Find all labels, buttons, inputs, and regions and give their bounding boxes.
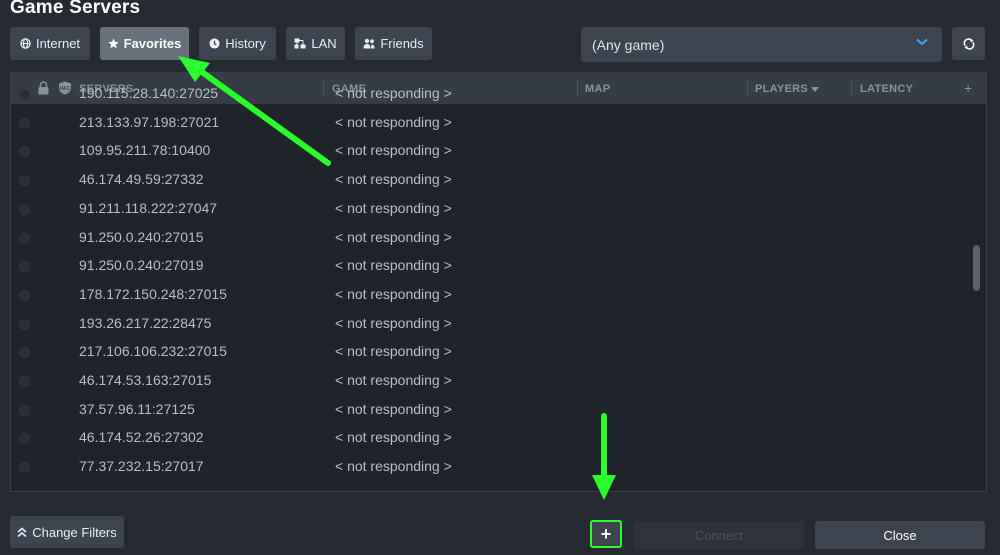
server-address: 109.95.211.78:10400: [79, 142, 211, 159]
tab-internet-label: Internet: [35, 36, 81, 51]
table-row[interactable]: 213.133.97.198:27021 < not responding >: [11, 110, 986, 139]
table-row[interactable]: 91.250.0.240:27019 < not responding >: [11, 253, 986, 282]
status-dot-icon: [19, 289, 30, 301]
globe-icon: [20, 38, 31, 49]
server-game: < not responding >: [335, 199, 452, 216]
server-game: < not responding >: [335, 228, 452, 245]
server-address: 190.115.28.140:27025: [79, 85, 219, 101]
table-row[interactable]: 77.37.232.15:27017 < not responding >: [11, 454, 986, 483]
tab-friends[interactable]: Friends: [355, 27, 432, 60]
status-dot-icon: [19, 89, 30, 100]
game-filter-dropdown[interactable]: (Any game): [581, 27, 942, 62]
table-row[interactable]: 37.57.96.11:27125 < not responding >: [11, 397, 986, 426]
server-address: 178.172.150.248:27015: [79, 285, 227, 302]
chevron-up-icon: [17, 526, 27, 537]
tab-history[interactable]: History: [199, 27, 276, 60]
table-row[interactable]: 91.211.118.222:27047 < not responding >: [11, 196, 986, 225]
table-row[interactable]: 178.172.150.248:27015 < not responding >: [11, 282, 986, 311]
status-dot-icon: [19, 146, 30, 158]
table-row[interactable]: 46.174.53.163:27015 < not responding >: [11, 368, 986, 397]
status-dot-icon: [19, 261, 30, 273]
server-game: < not responding >: [335, 400, 452, 417]
game-filter-value: (Any game): [592, 36, 665, 53]
server-game: < not responding >: [335, 372, 452, 388]
server-game: < not responding >: [335, 429, 452, 446]
server-list[interactable]: VAC SERVERS GAME MAP PLAYERS LATENCY + 1…: [10, 72, 987, 492]
server-game: < not responding >: [335, 85, 452, 101]
server-address: 193.26.217.22:28475: [79, 314, 212, 331]
status-dot-icon: [19, 318, 30, 330]
table-row[interactable]: 109.95.211.78:10400 < not responding >: [11, 138, 986, 167]
status-dot-icon: [19, 175, 30, 187]
status-dot-icon: [19, 462, 30, 474]
tab-lan-label: LAN: [311, 36, 337, 51]
connect-button[interactable]: Connect: [634, 521, 804, 549]
server-game: < not responding >: [335, 113, 452, 130]
clock-icon: [209, 38, 220, 49]
server-address: 91.211.118.222:27047: [79, 199, 218, 216]
status-dot-icon: [19, 232, 30, 244]
close-button[interactable]: Close: [815, 521, 985, 549]
server-address: 217.106.106.232:27015: [79, 343, 227, 360]
tab-friends-label: Friends: [380, 36, 424, 51]
table-row[interactable]: 190.115.28.140:27025 < not responding >: [11, 81, 986, 110]
server-address: 46.174.53.163:27015: [79, 372, 212, 388]
star-icon: [107, 38, 119, 49]
server-address: 91.250.0.240:27019: [79, 257, 204, 274]
tab-lan[interactable]: LAN: [286, 27, 345, 60]
tab-favorites-label: Favorites: [123, 36, 182, 51]
server-address: 37.57.96.11:27125: [79, 400, 195, 417]
add-server-button[interactable]: +: [590, 520, 622, 548]
server-game: < not responding >: [335, 343, 452, 360]
server-game: < not responding >: [335, 142, 452, 159]
refresh-icon: [963, 37, 974, 50]
table-row[interactable]: 193.26.217.22:28475 < not responding >: [11, 311, 986, 340]
status-dot-icon: [19, 433, 30, 445]
table-row[interactable]: 46.174.52.26:27302 < not responding >: [11, 425, 986, 454]
server-game: < not responding >: [335, 314, 452, 331]
change-filters-label: Change Filters: [32, 524, 117, 540]
status-dot-icon: [19, 376, 30, 387]
table-row[interactable]: 91.250.0.240:27015 < not responding >: [11, 225, 986, 254]
server-address: 77.37.232.15:27017: [79, 458, 204, 475]
server-address: 213.133.97.198:27021: [79, 113, 220, 130]
server-game: < not responding >: [335, 257, 452, 274]
table-row[interactable]: 217.106.106.232:27015 < not responding >: [11, 339, 986, 368]
tab-history-label: History: [225, 36, 266, 51]
friends-icon: [363, 38, 375, 49]
server-address: 46.174.49.59:27332: [79, 171, 204, 188]
server-game: < not responding >: [335, 458, 452, 475]
refresh-button[interactable]: [952, 27, 985, 60]
change-filters-button[interactable]: Change Filters: [10, 516, 124, 548]
tab-favorites[interactable]: Favorites: [100, 27, 189, 60]
scrollbar-thumb[interactable]: [973, 245, 980, 291]
status-dot-icon: [19, 404, 30, 416]
server-game: < not responding >: [335, 285, 452, 302]
chevron-down-icon: [916, 38, 928, 46]
server-address: 91.250.0.240:27015: [79, 228, 204, 245]
tab-internet[interactable]: Internet: [10, 27, 90, 60]
status-dot-icon: [19, 117, 30, 129]
lan-icon: [294, 38, 306, 49]
server-address: 46.174.52.26:27302: [79, 429, 204, 446]
server-game: < not responding >: [335, 171, 452, 188]
table-row[interactable]: 46.174.49.59:27332 < not responding >: [11, 167, 986, 196]
status-dot-icon: [19, 347, 30, 359]
window-title: Game Servers: [10, 0, 141, 18]
status-dot-icon: [19, 203, 30, 215]
